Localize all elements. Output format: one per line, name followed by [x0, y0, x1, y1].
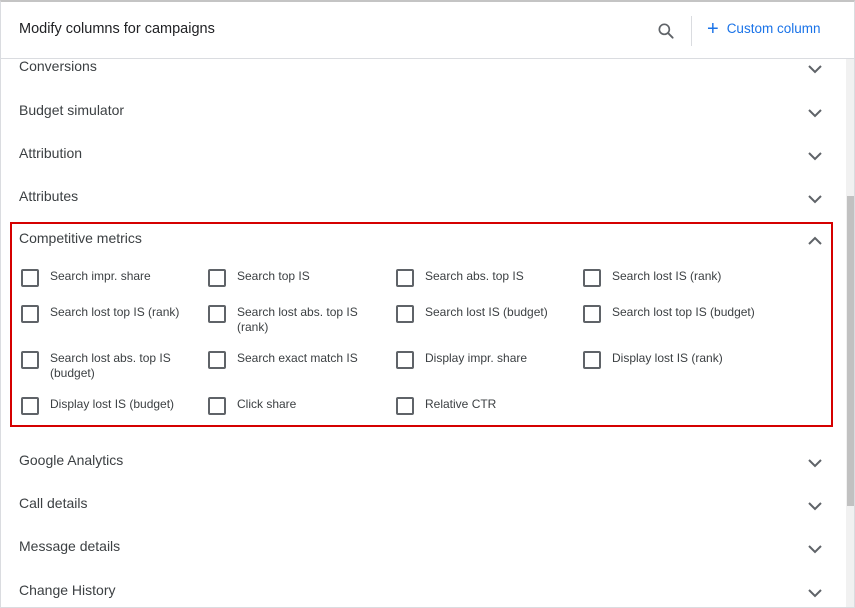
section-attributes[interactable]: Attributes: [1, 178, 846, 218]
section-label: Google Analytics: [19, 452, 124, 468]
checkbox[interactable]: [396, 269, 414, 287]
section-label: Change History: [19, 582, 116, 598]
option-label: Search impr. share: [50, 269, 151, 283]
option-search-abs-top-is[interactable]: Search abs. top IS: [396, 269, 555, 287]
header-divider: [691, 16, 692, 46]
section-call-details[interactable]: Call details: [1, 485, 846, 525]
custom-column-button[interactable]: + Custom column: [707, 17, 821, 40]
checkbox[interactable]: [21, 269, 39, 287]
search-button[interactable]: [653, 18, 679, 44]
option-display-lost-is-rank[interactable]: Display lost IS (rank): [583, 351, 772, 369]
plus-icon: +: [707, 17, 719, 40]
option-label: Search lost IS (rank): [612, 269, 722, 283]
option-search-lost-is-budget[interactable]: Search lost IS (budget): [396, 305, 575, 323]
option-search-lost-is-rank[interactable]: Search lost IS (rank): [583, 269, 772, 287]
option-label: Search lost abs. top IS (budget): [50, 351, 171, 380]
chevron-down-icon: [808, 502, 822, 511]
checkbox[interactable]: [396, 351, 414, 369]
option-search-lost-top-is-budget[interactable]: Search lost top IS (budget): [583, 305, 782, 323]
checkbox[interactable]: [208, 351, 226, 369]
option-label: Search top IS: [237, 269, 310, 283]
chevron-down-icon: [808, 589, 822, 598]
chevron-down-icon: [808, 109, 822, 118]
panel-header: Modify columns for campaigns + Custom co…: [1, 2, 854, 59]
checkbox[interactable]: [21, 397, 39, 415]
modify-columns-panel: Modify columns for campaigns + Custom co…: [0, 0, 855, 608]
section-label: Budget simulator: [19, 102, 125, 118]
option-search-top-is[interactable]: Search top IS: [208, 269, 367, 287]
option-label: Search abs. top IS: [425, 269, 524, 283]
option-label: Search exact match IS: [237, 351, 358, 365]
section-attribution[interactable]: Attribution: [1, 135, 846, 175]
option-label: Click share: [237, 397, 297, 411]
section-change-history[interactable]: Change History: [1, 572, 846, 607]
section-label: Message details: [19, 538, 121, 554]
option-search-lost-abs-top-is-rank[interactable]: Search lost abs. top IS (rank): [208, 305, 367, 335]
section-budget-simulator[interactable]: Budget simulator: [1, 92, 846, 132]
scrollbar[interactable]: [846, 58, 854, 607]
section-label: Conversions: [19, 58, 97, 74]
checkbox[interactable]: [208, 397, 226, 415]
custom-column-label: Custom column: [726, 21, 821, 36]
option-label: Display lost IS (budget): [50, 397, 175, 411]
panel-title: Modify columns for campaigns: [19, 21, 215, 37]
chevron-down-icon: [808, 65, 822, 74]
checkbox[interactable]: [208, 269, 226, 287]
option-label: Search lost abs. top IS (rank): [237, 305, 358, 334]
checkbox[interactable]: [583, 269, 601, 287]
option-search-exact-match-is[interactable]: Search exact match IS: [208, 351, 387, 369]
section-label: Attribution: [19, 145, 83, 161]
chevron-down-icon: [808, 459, 822, 468]
checkbox[interactable]: [21, 305, 39, 323]
section-message-details[interactable]: Message details: [1, 528, 846, 568]
option-label: Search lost top IS (budget): [612, 305, 755, 319]
chevron-down-icon: [808, 152, 822, 161]
checkbox[interactable]: [583, 305, 601, 323]
option-search-lost-top-is-rank[interactable]: Search lost top IS (rank): [21, 305, 195, 323]
checkbox[interactable]: [21, 351, 39, 369]
section-label: Attributes: [19, 188, 79, 204]
chevron-up-icon: [808, 236, 822, 245]
checkbox[interactable]: [396, 397, 414, 415]
section-competitive-metrics[interactable]: Competitive metrics: [1, 220, 846, 260]
option-display-lost-is-budget[interactable]: Display lost IS (budget): [21, 397, 195, 415]
option-label: Display lost IS (rank): [612, 351, 723, 365]
option-label: Search lost IS (budget): [425, 305, 548, 319]
search-icon: [658, 23, 674, 39]
option-display-impr-share[interactable]: Display impr. share: [396, 351, 555, 369]
option-label: Relative CTR: [425, 397, 497, 411]
option-label: Display impr. share: [425, 351, 528, 365]
chevron-down-icon: [808, 545, 822, 554]
section-label: Call details: [19, 495, 88, 511]
scrollbar-thumb[interactable]: [847, 196, 854, 506]
option-relative-ctr[interactable]: Relative CTR: [396, 397, 555, 415]
option-search-impr-share[interactable]: Search impr. share: [21, 269, 180, 287]
chevron-down-icon: [808, 195, 822, 204]
section-google-analytics[interactable]: Google Analytics: [1, 442, 846, 482]
checkbox[interactable]: [396, 305, 414, 323]
checkbox[interactable]: [208, 305, 226, 323]
option-search-lost-abs-top-is-budget[interactable]: Search lost abs. top IS (budget): [21, 351, 180, 381]
option-label: Search lost top IS (rank): [50, 305, 180, 319]
checkbox[interactable]: [583, 351, 601, 369]
option-click-share[interactable]: Click share: [208, 397, 367, 415]
section-label: Competitive metrics: [19, 230, 142, 246]
